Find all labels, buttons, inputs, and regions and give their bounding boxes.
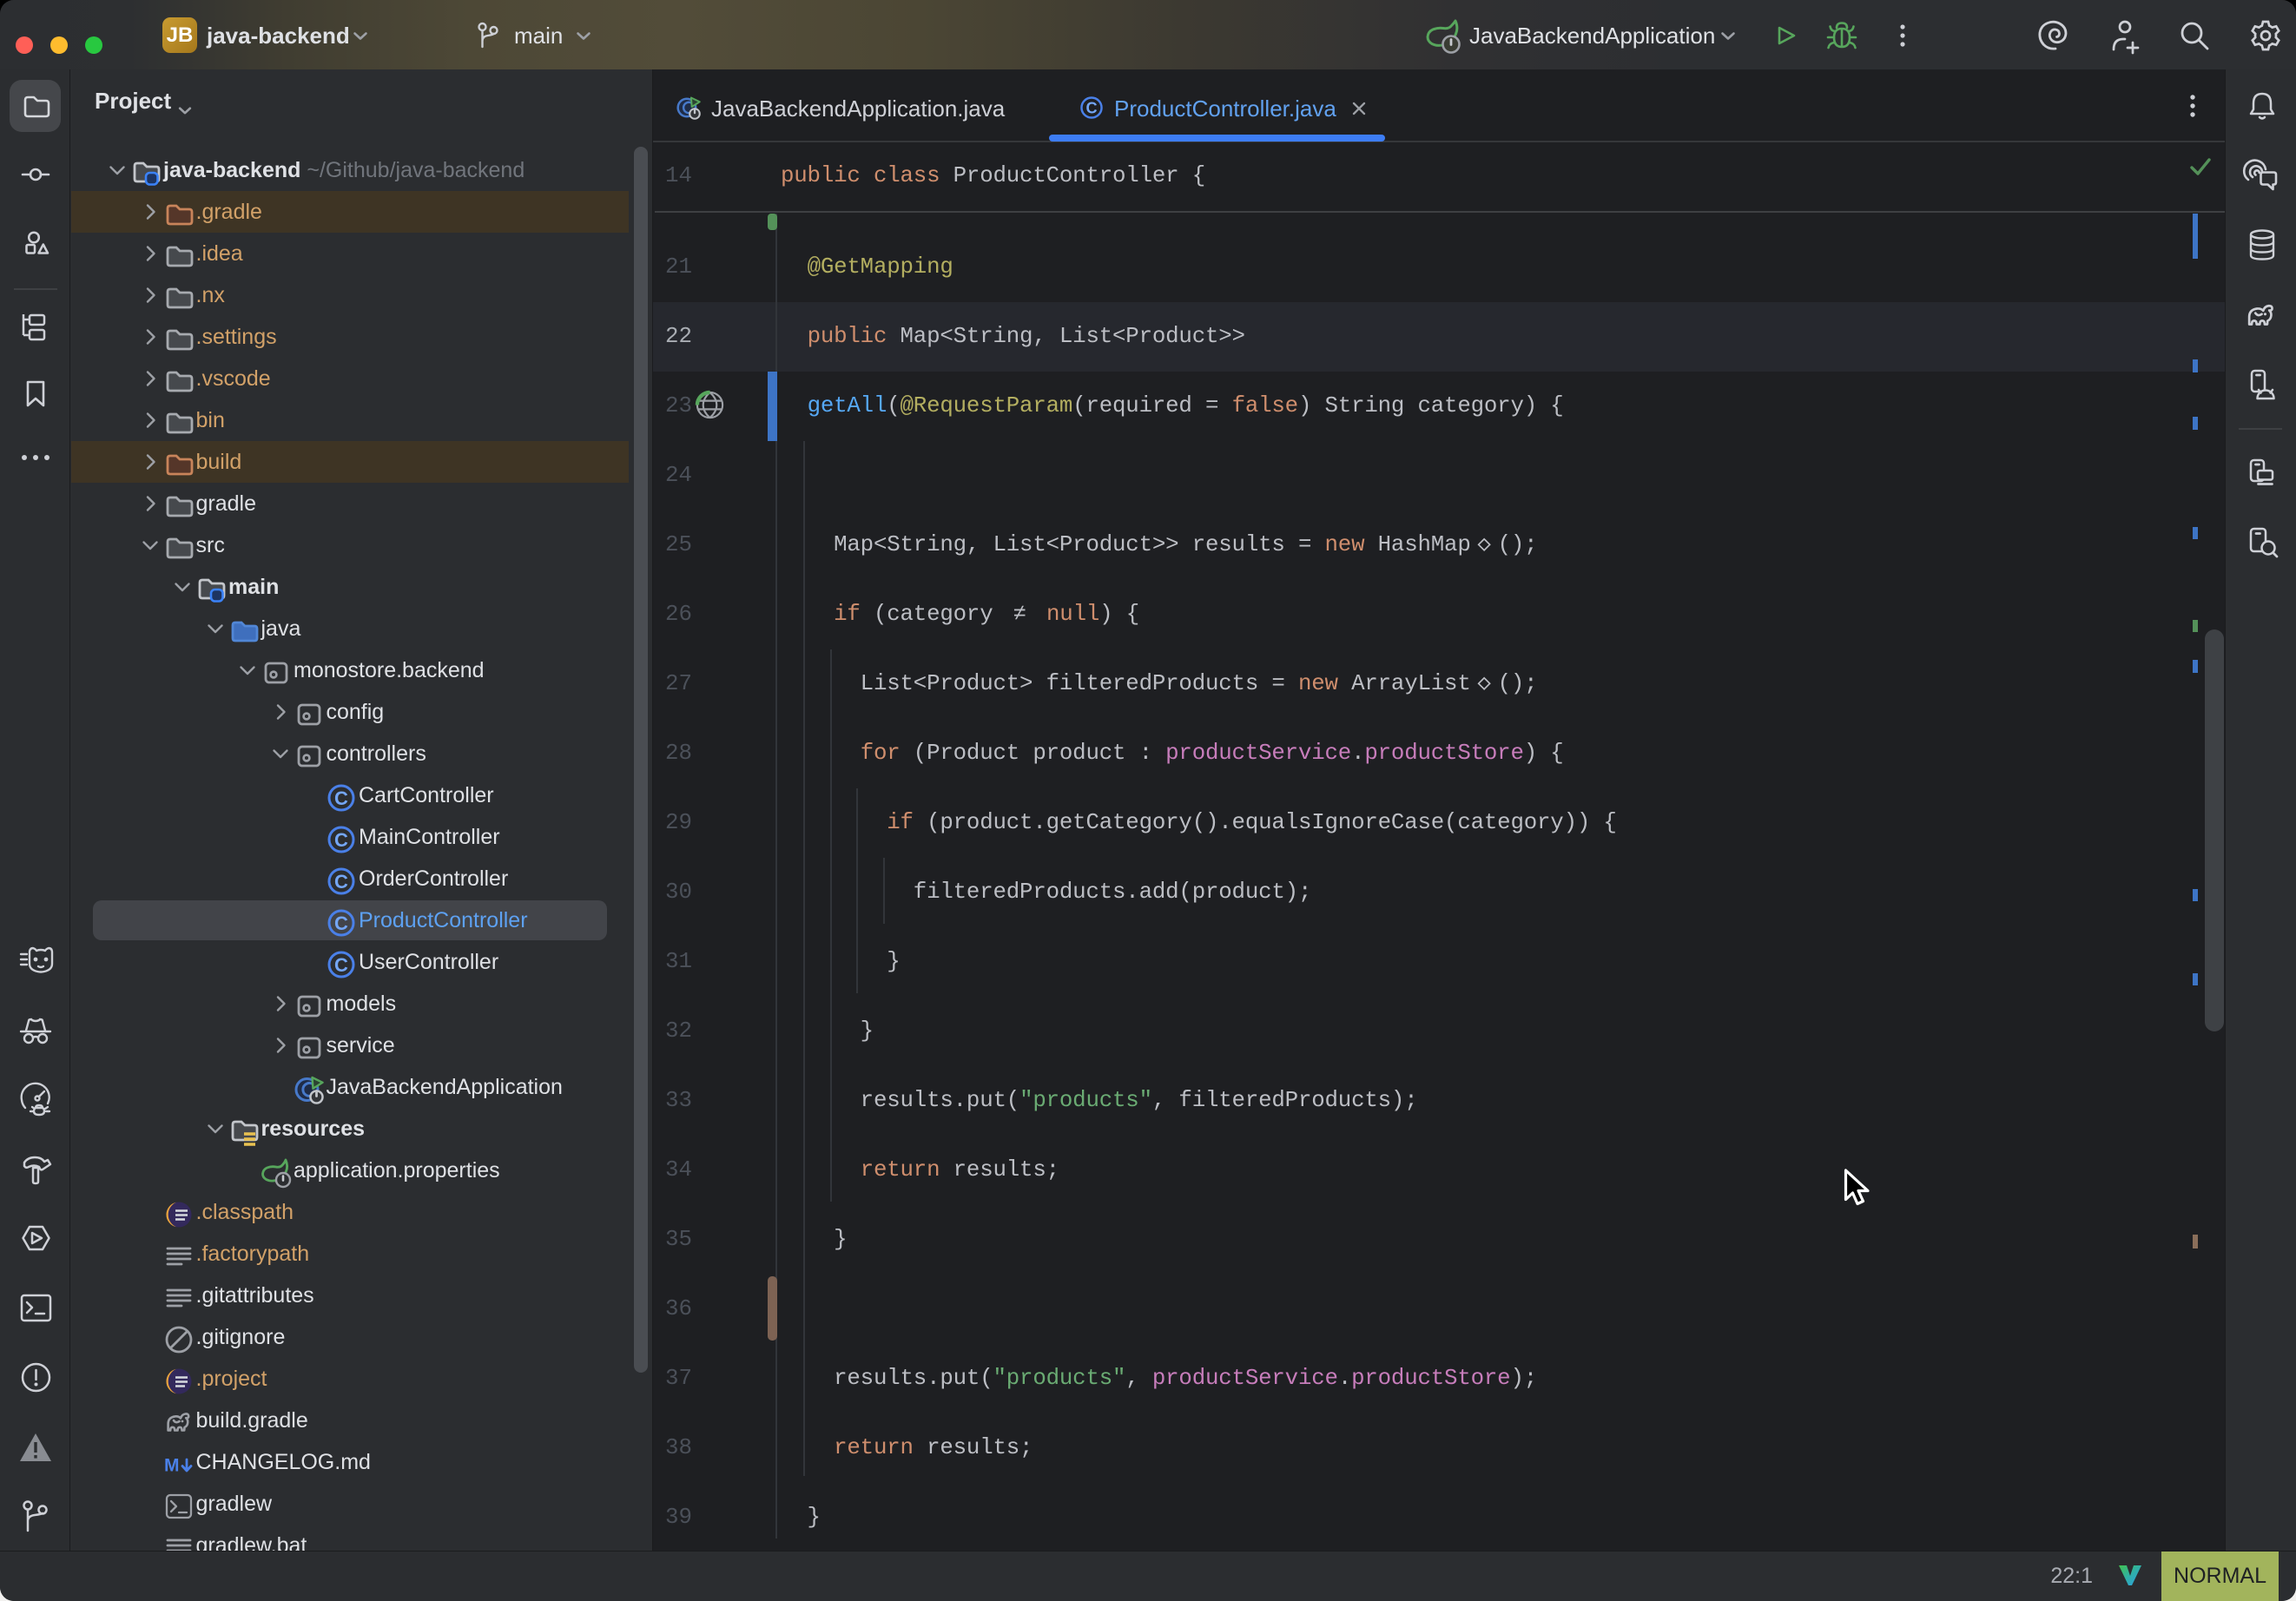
svg-text:C: C [334,913,348,934]
svg-text:M: M [164,1456,180,1476]
svg-text:C: C [334,829,348,851]
svg-text:C: C [334,954,348,976]
svg-text:C: C [334,871,348,893]
svg-text:C: C [334,787,348,809]
svg-text:C: C [1085,100,1097,117]
